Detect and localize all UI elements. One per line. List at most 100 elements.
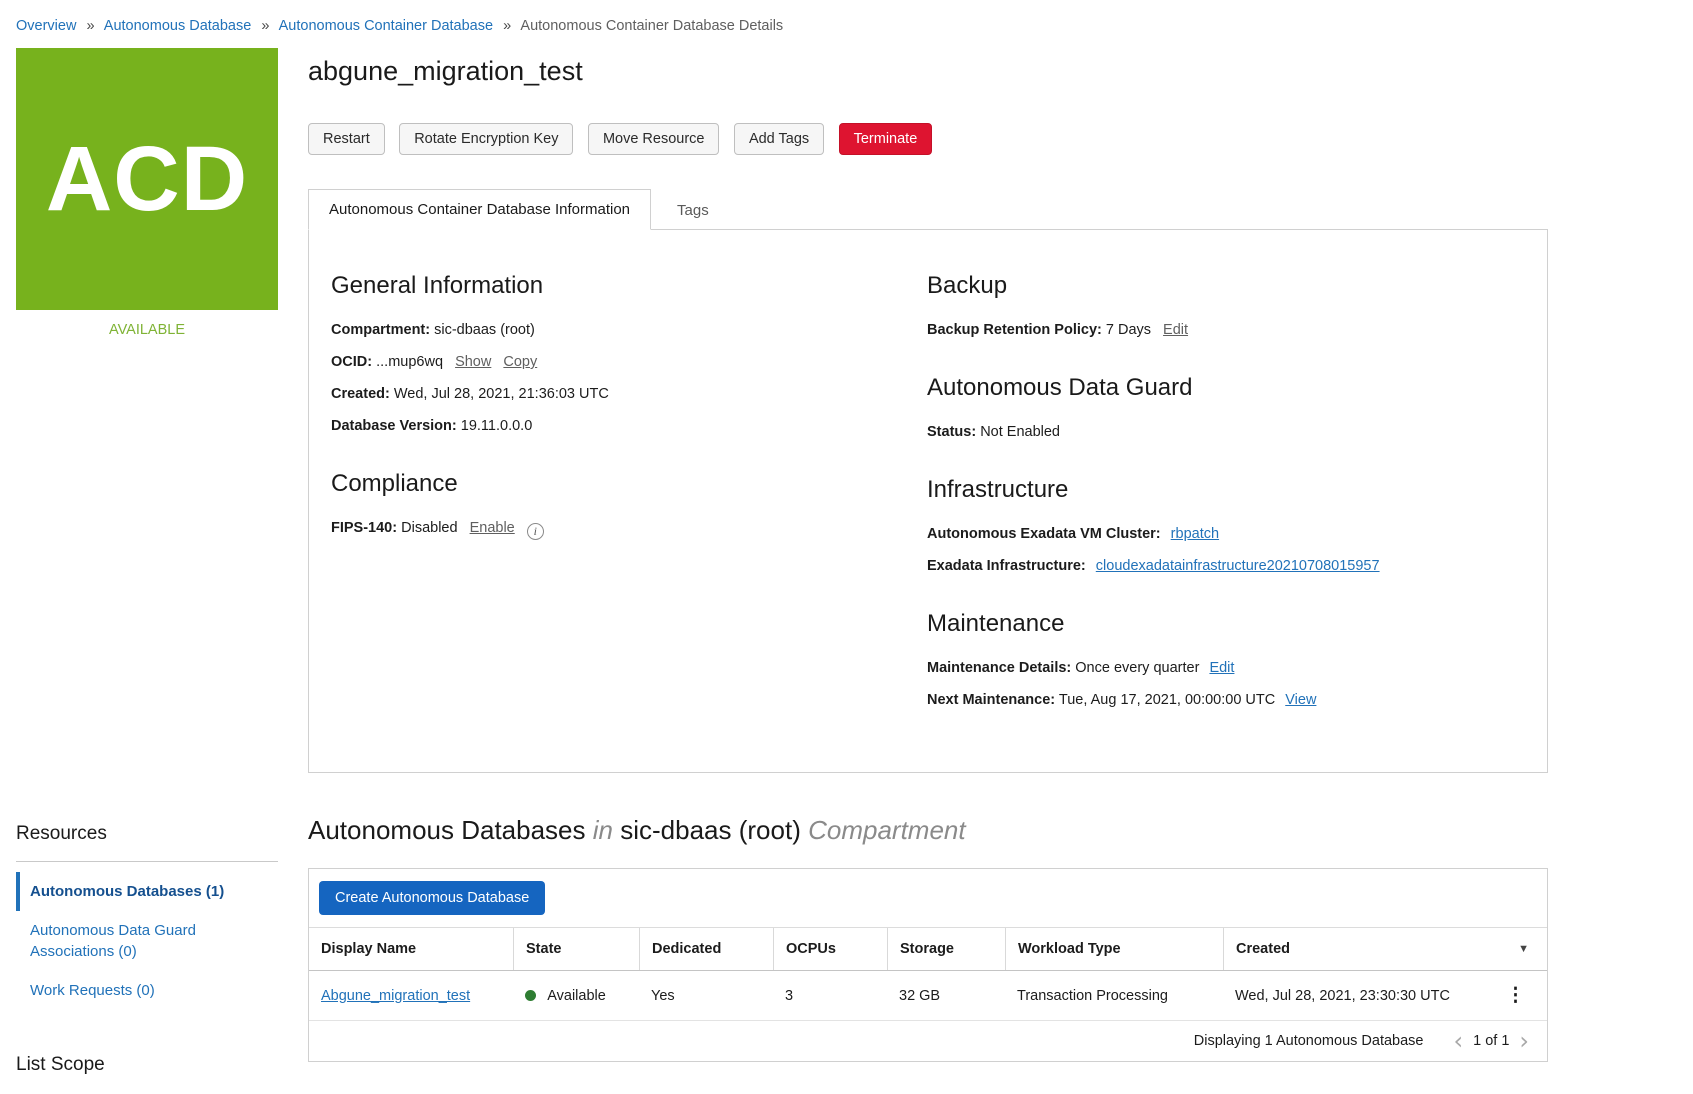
bottom-section: Resources Autonomous Databases (1) Auton… [0, 815, 1693, 1076]
database-table-panel: Create Autonomous Database Display Name … [308, 868, 1548, 1062]
heading-in: in [593, 815, 613, 845]
vm-cluster-label: Autonomous Exadata VM Cluster: [927, 526, 1161, 542]
ocid-value: ...mup6wq [376, 354, 443, 370]
breadcrumb: Overview » Autonomous Database » Autonom… [0, 0, 1693, 48]
row-actions-kebab-icon[interactable]: ⋮ [1496, 984, 1535, 1007]
pagination-prev-icon[interactable]: ‹ [1450, 1033, 1468, 1049]
action-buttons: Restart Rotate Encryption Key Move Resou… [308, 123, 1548, 155]
created-header-label: Created [1236, 941, 1290, 957]
cell-display-name: Abgune_migration_test [309, 975, 513, 1017]
database-version-value: 19.11.0.0.0 [461, 418, 533, 434]
badge-column: ACD AVAILABLE [16, 48, 278, 773]
field-backup-retention: Backup Retention Policy: 7 Days Edit [927, 320, 1523, 340]
field-database-version: Database Version: 19.11.0.0.0 [331, 416, 927, 436]
next-maintenance-value: Tue, Aug 17, 2021, 00:00:00 UTC [1059, 692, 1275, 708]
pagination-summary: Displaying 1 Autonomous Database [1194, 1033, 1424, 1049]
page: Overview » Autonomous Database » Autonom… [0, 0, 1693, 1094]
cell-created: Wed, Jul 28, 2021, 23:30:30 UTC ⋮ [1223, 971, 1547, 1020]
exadata-infrastructure-link[interactable]: cloudexadatainfrastructure20210708015957 [1096, 558, 1380, 574]
list-scope-heading: List Scope [16, 1054, 278, 1076]
field-compartment: Compartment: sic-dbaas (root) [331, 320, 927, 340]
created-label: Created: [331, 386, 390, 402]
field-fips: FIPS-140: Disabled Enable i [331, 518, 927, 540]
top-section: ACD AVAILABLE abgune_migration_test Rest… [0, 48, 1693, 773]
database-list-main: Autonomous Databases in sic-dbaas (root)… [308, 815, 1548, 1076]
created-value: Wed, Jul 28, 2021, 23:30:30 UTC [1235, 988, 1450, 1004]
created-value: Wed, Jul 28, 2021, 21:36:03 UTC [394, 386, 609, 402]
restart-button[interactable]: Restart [308, 123, 385, 155]
sidebar-item-work-requests[interactable]: Work Requests (0) [16, 971, 278, 1010]
move-resource-button[interactable]: Move Resource [588, 123, 720, 155]
sidebar-item-data-guard-associations[interactable]: Autonomous Data Guard Associations (0) [16, 911, 278, 971]
database-name-link[interactable]: Abgune_migration_test [321, 988, 470, 1004]
breadcrumb-separator: » [503, 18, 511, 34]
data-guard-heading: Autonomous Data Guard [927, 374, 1523, 402]
general-information-heading: General Information [331, 272, 927, 300]
field-maintenance-details: Maintenance Details: Once every quarter … [927, 658, 1523, 678]
info-icon[interactable]: i [527, 523, 544, 540]
create-autonomous-database-button[interactable]: Create Autonomous Database [319, 881, 545, 915]
fips-value: Disabled [401, 520, 457, 536]
cell-storage: 32 GB [887, 975, 1005, 1017]
field-ocid: OCID: ...mup6wq Show Copy [331, 352, 927, 372]
column-header-state[interactable]: State [513, 928, 639, 970]
tab-tags[interactable]: Tags [651, 191, 735, 230]
acd-badge: ACD [16, 48, 278, 310]
column-header-storage[interactable]: Storage [887, 928, 1005, 970]
resources-sidebar: Resources Autonomous Databases (1) Auton… [16, 815, 278, 1076]
pagination-next-icon[interactable]: › [1515, 1033, 1533, 1049]
infrastructure-heading: Infrastructure [927, 476, 1523, 504]
cell-ocpus: 3 [773, 975, 887, 1017]
field-data-guard-status: Status: Not Enabled [927, 422, 1523, 442]
state-label: Available [547, 988, 606, 1004]
cell-dedicated: Yes [639, 975, 773, 1017]
maintenance-edit-link[interactable]: Edit [1209, 660, 1234, 676]
fips-enable-link[interactable]: Enable [470, 520, 515, 536]
ocid-show-link[interactable]: Show [455, 354, 491, 370]
detail-tabs: Autonomous Container Database Informatio… [308, 189, 1548, 230]
breadcrumb-link-autonomous-container-database[interactable]: Autonomous Container Database [279, 18, 493, 34]
next-maintenance-view-link[interactable]: View [1285, 692, 1316, 708]
maintenance-details-label: Maintenance Details: [927, 660, 1071, 676]
table-header-row: Display Name State Dedicated OCPUs Stora… [309, 927, 1547, 971]
table-row: Abgune_migration_test Available Yes 3 32… [309, 971, 1547, 1021]
column-header-workload-type[interactable]: Workload Type [1005, 928, 1223, 970]
rotate-encryption-key-button[interactable]: Rotate Encryption Key [399, 123, 573, 155]
terminate-button[interactable]: Terminate [839, 123, 933, 155]
pagination-page-indicator: 1 of 1 [1473, 1033, 1509, 1049]
resources-list: Autonomous Databases (1) Autonomous Data… [16, 872, 278, 1010]
ocid-copy-link[interactable]: Copy [503, 354, 537, 370]
cell-state: Available [513, 975, 639, 1017]
breadcrumb-current: Autonomous Container Database Details [520, 18, 783, 34]
sidebar-item-autonomous-databases[interactable]: Autonomous Databases (1) [16, 872, 278, 911]
compliance-heading: Compliance [331, 470, 927, 498]
fips-label: FIPS-140: [331, 520, 397, 536]
compartment-label: Compartment: [331, 322, 430, 338]
column-header-ocpus[interactable]: OCPUs [773, 928, 887, 970]
vm-cluster-link[interactable]: rbpatch [1171, 526, 1219, 542]
breadcrumb-link-overview[interactable]: Overview [16, 18, 76, 34]
info-right-column: Backup Backup Retention Policy: 7 Days E… [927, 256, 1523, 722]
field-created: Created: Wed, Jul 28, 2021, 21:36:03 UTC [331, 384, 927, 404]
column-header-created[interactable]: Created ▼ [1223, 928, 1547, 970]
sidebar-item-label: Autonomous Data Guard Associations (0) [30, 922, 196, 960]
column-header-display-name[interactable]: Display Name [309, 928, 513, 970]
info-left-column: General Information Compartment: sic-dba… [331, 256, 927, 722]
ocid-label: OCID: [331, 354, 372, 370]
exadata-infrastructure-label: Exadata Infrastructure: [927, 558, 1086, 574]
add-tags-button[interactable]: Add Tags [734, 123, 824, 155]
breadcrumb-link-autonomous-database[interactable]: Autonomous Database [104, 18, 252, 34]
page-title: abgune_migration_test [308, 56, 1548, 87]
backup-edit-link[interactable]: Edit [1163, 322, 1188, 338]
data-guard-status-label: Status: [927, 424, 976, 440]
tab-acd-information[interactable]: Autonomous Container Database Informatio… [308, 189, 651, 230]
heading-prefix: Autonomous Databases [308, 815, 586, 845]
pagination: Displaying 1 Autonomous Database ‹ 1 of … [309, 1021, 1547, 1061]
field-next-maintenance: Next Maintenance: Tue, Aug 17, 2021, 00:… [927, 690, 1523, 710]
sort-descending-icon[interactable]: ▼ [1518, 943, 1535, 955]
maintenance-heading: Maintenance [927, 610, 1523, 638]
column-header-dedicated[interactable]: Dedicated [639, 928, 773, 970]
breadcrumb-separator: » [86, 18, 94, 34]
heading-compartment-word: Compartment [808, 815, 966, 845]
database-version-label: Database Version: [331, 418, 457, 434]
